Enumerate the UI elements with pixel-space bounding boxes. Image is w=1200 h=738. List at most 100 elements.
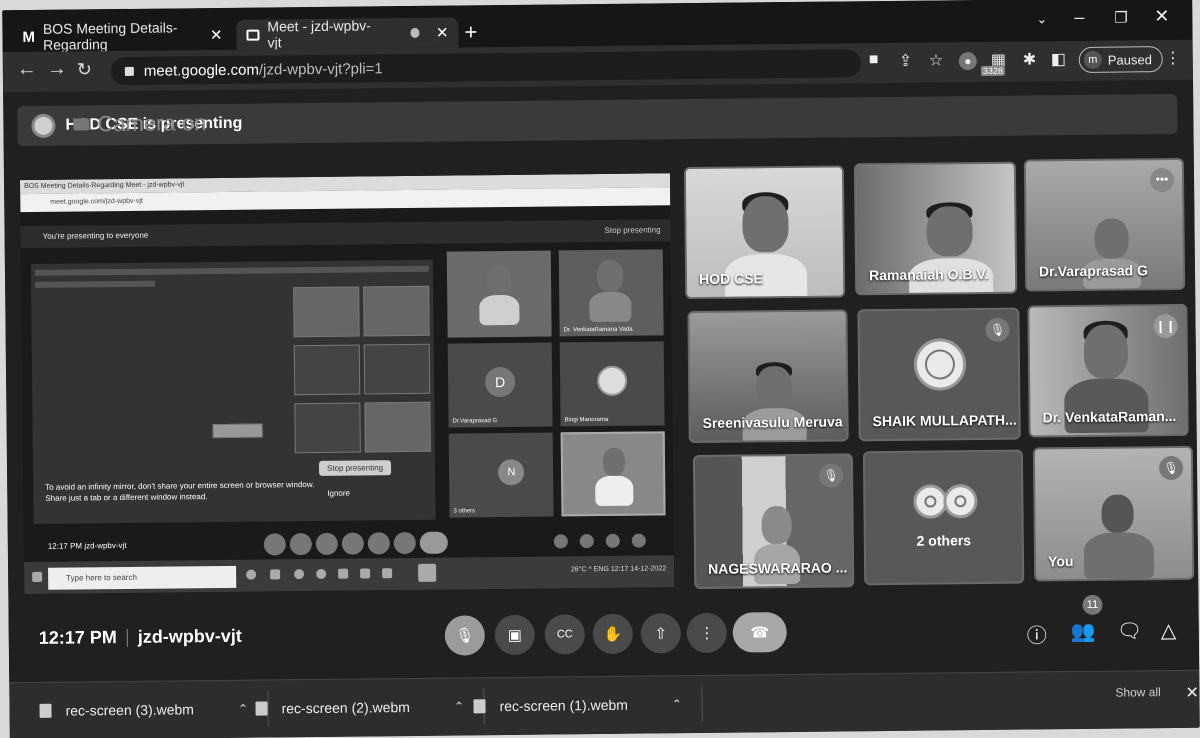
camera-on-text: Camera on xyxy=(97,110,207,137)
camera-icon xyxy=(73,118,90,131)
more-vert-icon: ⋮ xyxy=(699,624,715,642)
participant-tile[interactable]: Sreenivasulu Meruva xyxy=(687,309,849,444)
participant-name: SHAIK MULLAPATH... xyxy=(872,411,1017,430)
participant-name: Sreenivasulu Meruva xyxy=(702,413,843,431)
captions-button[interactable]: CC xyxy=(544,614,585,655)
chevron-up-icon[interactable]: ⌃ xyxy=(672,697,682,711)
activities-icon[interactable]: △ xyxy=(1161,618,1177,643)
mini-tile-initial: D xyxy=(484,366,516,398)
people-icon[interactable]: 👥 xyxy=(1071,619,1096,644)
camera-indicator-icon[interactable]: ■ xyxy=(869,51,879,69)
reload-icon[interactable]: ↻ xyxy=(77,59,92,80)
taskbar-search: Type here to search xyxy=(48,565,237,590)
back-icon[interactable]: ← xyxy=(17,58,37,81)
participant-tile[interactable]: 🎙 You xyxy=(1032,445,1195,582)
present-now-button[interactable]: ⇧ xyxy=(640,613,681,654)
share-icon[interactable]: ⇪ xyxy=(899,51,913,71)
people-count-badge: 11 xyxy=(1082,594,1103,615)
participant-tile[interactable]: HOD CSE xyxy=(683,165,846,300)
participant-tile[interactable]: 🎙 SHAIK MULLAPATH... xyxy=(857,307,1021,442)
participant-tile[interactable]: 🎙 NAGESWARARAO ... xyxy=(692,453,855,590)
bookmark-star-icon[interactable]: ☆ xyxy=(929,50,944,70)
camera-toggle-button[interactable]: ▣ xyxy=(494,614,535,656)
meet-control-bar: 12:17 PM jzd-wpbv-vjt 🎙 ▣ CC ✋ ⇧ ⋮ ☎ ⓘ 👥… xyxy=(8,587,1200,683)
chevron-up-icon[interactable]: ⌃ xyxy=(238,702,248,716)
windows-start-icon xyxy=(32,571,43,582)
participant-name: Ramanaiah O.B.V. xyxy=(868,265,989,284)
divider xyxy=(126,628,128,647)
mini-tile-initial: N xyxy=(498,459,525,486)
nested-stop-presenting-button: Stop presenting xyxy=(318,460,392,476)
window-close-icon[interactable]: ✕ xyxy=(1154,6,1169,27)
participant-name: HOD CSE xyxy=(698,270,763,287)
mini-activities-icon xyxy=(631,533,646,548)
lock-icon xyxy=(124,66,134,76)
tab-bos-meeting[interactable]: M BOS Meeting Details-Regarding ✕ xyxy=(12,19,232,52)
participant-name: Dr.Varaprasad G xyxy=(1038,262,1149,280)
download-item[interactable]: rec-screen (1).webm ⌃ xyxy=(473,685,704,725)
mini-captions-icon xyxy=(315,532,338,555)
menu-kebab-icon[interactable]: ⋮ xyxy=(1165,48,1181,68)
participant-tile[interactable]: Ramanaiah O.B.V. xyxy=(853,161,1018,296)
present-icon: ⇧ xyxy=(654,625,668,643)
participant-tile[interactable]: ••• Dr.Varaprasad G xyxy=(1023,157,1186,292)
minimize-icon[interactable]: – xyxy=(1074,7,1084,28)
nested-toolbar xyxy=(34,265,429,276)
presented-time-code: 12:17 PM jzd-wpbv-vjt xyxy=(47,540,127,551)
app-icon xyxy=(418,563,437,582)
mic-toggle-button[interactable]: 🎙 xyxy=(444,615,485,656)
nested-tile xyxy=(363,343,431,395)
mini-tile: Dr. VenkataRamana Vada xyxy=(558,249,664,337)
file-icon xyxy=(255,701,268,716)
chevron-up-icon[interactable]: ⌃ xyxy=(454,699,464,713)
participant-name: You xyxy=(1047,553,1074,570)
mini-tile: N 3 others xyxy=(448,432,554,518)
download-item[interactable]: rec-screen (2).webm ⌃ xyxy=(255,688,486,727)
institution-seal xyxy=(943,484,978,519)
forward-icon[interactable]: → xyxy=(47,58,67,81)
tab-meet[interactable]: Meet - jzd-wpbv-vjt ✕ xyxy=(236,17,459,50)
extension-icon[interactable]: ● xyxy=(958,52,977,71)
tab-close-icon[interactable]: ✕ xyxy=(436,24,449,42)
nested-banner xyxy=(35,280,156,288)
new-tab-button[interactable]: + xyxy=(464,19,477,45)
presented-taskbar: Type here to search 26°C ^ ENG 12:17 14-… xyxy=(23,555,675,595)
restore-icon[interactable]: ❐ xyxy=(1114,8,1128,26)
extension-badge: 3328 xyxy=(980,65,1005,77)
close-downloads-icon[interactable]: ✕ xyxy=(1185,683,1199,703)
gmail-icon: M xyxy=(22,28,36,46)
profile-button[interactable]: m Paused xyxy=(1078,46,1164,73)
hang-up-icon: ☎ xyxy=(750,624,770,642)
more-options-icon[interactable]: ••• xyxy=(1149,167,1175,193)
show-all-link[interactable]: Show all xyxy=(1115,685,1161,699)
infinity-mirror-warning: To avoid an infinity mirror, don't share… xyxy=(45,480,315,503)
task-view-icon xyxy=(270,569,281,580)
presented-screen[interactable]: BOS Meeting Details-Regarding Meet - jzd… xyxy=(19,173,675,595)
download-item[interactable]: rec-screen (3).webm ⌃ xyxy=(39,690,270,729)
participant-tile[interactable]: ❙❙ Dr. VenkataRaman... xyxy=(1027,303,1189,438)
app-icon xyxy=(360,568,371,579)
meeting-time: 12:17 PM xyxy=(38,627,117,648)
participant-name: Dr. VenkataRaman... xyxy=(1042,407,1177,426)
side-panel-icon[interactable]: ◧ xyxy=(1051,49,1066,69)
system-tray: 26°C ^ ENG 12:17 14-12-2022 xyxy=(570,565,667,574)
download-filename: rec-screen (3).webm xyxy=(65,701,194,719)
cortana-icon xyxy=(246,569,257,580)
more-options-button[interactable]: ⋮ xyxy=(686,612,727,654)
participant-name: NAGESWARARAO ... xyxy=(708,559,848,577)
leave-call-button[interactable]: ☎ xyxy=(732,612,787,653)
participant-tile[interactable]: 2 others xyxy=(862,449,1025,586)
meeting-details: 12:17 PM jzd-wpbv-vjt xyxy=(39,626,242,649)
raise-hand-button[interactable]: ✋ xyxy=(592,613,633,655)
tab-close-icon[interactable]: ✕ xyxy=(210,26,223,44)
tab-search-icon[interactable]: ⌄ xyxy=(1036,11,1047,27)
app-icon xyxy=(338,568,349,579)
chat-icon[interactable]: 🗨 xyxy=(1117,618,1143,643)
institution-seal xyxy=(913,338,967,391)
extensions-puzzle-icon[interactable]: ✱ xyxy=(1023,49,1037,69)
hand-icon: ✋ xyxy=(603,625,623,643)
mini-tile-label: Dr.Varaprasad G xyxy=(452,418,498,425)
meeting-info-icon[interactable]: ⓘ xyxy=(1027,619,1047,648)
camera-icon: ▣ xyxy=(507,626,522,644)
captions-icon: CC xyxy=(556,628,573,641)
